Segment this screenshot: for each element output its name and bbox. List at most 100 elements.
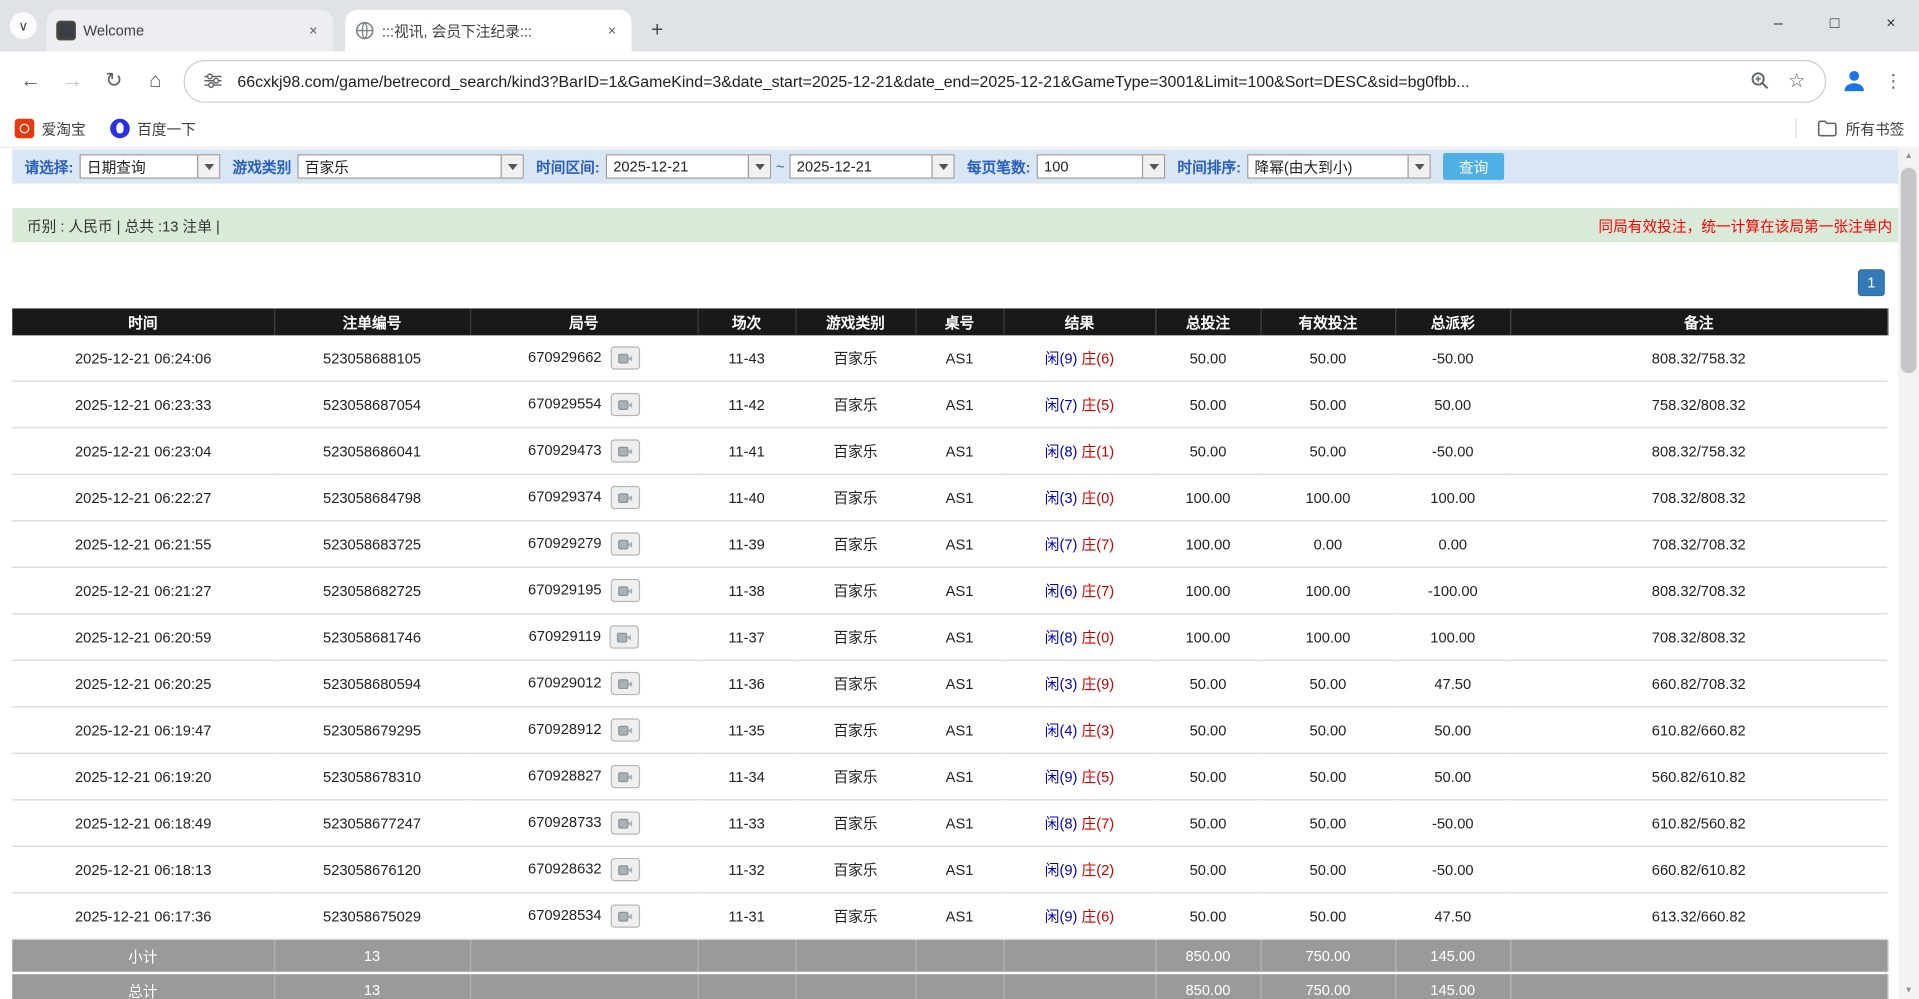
date-start-value: 2025-12-21	[607, 155, 748, 177]
video-replay-icon[interactable]	[610, 393, 639, 416]
new-tab-button[interactable]: +	[641, 15, 673, 47]
cell-result: 闲(7) 庄(7)	[1004, 521, 1156, 568]
home-icon[interactable]: ⌂	[135, 60, 177, 102]
round-id-text: 670929119	[529, 627, 601, 644]
scroll-up-icon[interactable]: ▲	[1898, 147, 1919, 165]
page-scrollbar[interactable]: ▲ ▼	[1898, 147, 1919, 999]
scrollbar-thumb[interactable]	[1901, 168, 1917, 374]
video-replay-icon[interactable]	[610, 765, 639, 788]
cell-bet-id: 523058681746	[274, 614, 470, 661]
tab-welcome[interactable]: Welcome ×	[47, 10, 333, 52]
site-settings-icon[interactable]	[199, 67, 226, 94]
cell-valid-bet: 50.00	[1261, 660, 1396, 707]
bookmark-star-icon[interactable]: ☆	[1783, 67, 1810, 94]
chevron-down-icon[interactable]	[501, 155, 523, 177]
query-type-select[interactable]: 日期查询	[80, 154, 221, 178]
cell-table-no: AS1	[915, 893, 1003, 940]
total-payout: 145.00	[1395, 973, 1510, 999]
video-replay-icon[interactable]	[610, 811, 639, 834]
profile-icon[interactable]	[1838, 65, 1870, 97]
column-header: 桌号	[915, 308, 1003, 335]
subtotal-valid-bet: 750.00	[1261, 939, 1396, 973]
date-start-select[interactable]: 2025-12-21	[606, 154, 771, 178]
round-id-text: 670929279	[528, 534, 602, 551]
sort-select[interactable]: 降幂(由大到小)	[1247, 154, 1431, 178]
cell-note: 660.82/610.82	[1510, 846, 1887, 893]
video-replay-icon[interactable]	[610, 904, 639, 927]
game-type-select[interactable]: 百家乐	[297, 154, 523, 178]
url-text[interactable]: 66cxkj98.com/game/betrecord_search/kind3…	[237, 72, 1746, 90]
page-1-button[interactable]: 1	[1858, 269, 1885, 296]
forward-icon[interactable]: →	[51, 60, 93, 102]
maximize-button[interactable]: □	[1806, 0, 1862, 44]
table-row: 2025-12-21 06:19:20523058678310670928827…	[12, 753, 1887, 800]
zoom-icon[interactable]	[1747, 67, 1774, 94]
chevron-down-icon[interactable]	[1142, 155, 1164, 177]
per-page-select[interactable]: 100	[1037, 154, 1166, 178]
cell-total-bet: 50.00	[1155, 660, 1260, 707]
cell-game-type: 百家乐	[796, 660, 916, 707]
cell-session: 11-40	[698, 474, 796, 521]
cell-bet-id: 523058680594	[274, 660, 470, 707]
table-header-row: 时间注单编号局号场次游戏类别桌号结果总投注有效投注总派彩备注	[12, 308, 1887, 335]
cell-session: 11-36	[698, 660, 796, 707]
search-button[interactable]: 查询	[1443, 153, 1504, 180]
cell-valid-bet: 50.00	[1261, 846, 1396, 893]
cell-session: 11-32	[698, 846, 796, 893]
result-banker: 庄(3)	[1082, 722, 1115, 739]
cell-table-no: AS1	[915, 428, 1003, 475]
cell-note: 758.32/808.32	[1510, 381, 1887, 428]
scroll-down-icon[interactable]: ▼	[1898, 982, 1919, 999]
column-header: 备注	[1510, 308, 1887, 335]
cell-note: 808.32/758.32	[1510, 428, 1887, 475]
result-banker: 庄(6)	[1082, 908, 1115, 925]
date-end-select[interactable]: 2025-12-21	[789, 154, 954, 178]
cell-bet-id: 523058687054	[274, 381, 470, 428]
chevron-down-icon[interactable]	[748, 155, 770, 177]
column-header: 有效投注	[1261, 308, 1396, 335]
tab-search-button[interactable]: ∨	[10, 12, 37, 39]
table-row: 2025-12-21 06:24:06523058688105670929662…	[12, 335, 1887, 381]
video-replay-icon[interactable]	[610, 346, 639, 369]
cell-round-id: 670929119	[470, 614, 698, 661]
chevron-down-icon[interactable]	[197, 155, 219, 177]
video-replay-icon[interactable]	[610, 579, 639, 602]
filter-bar: 请选择: 日期查询 游戏类别 百家乐 时间区间: 2025-12-21 ~ 20…	[12, 149, 1907, 183]
cell-total-bet: 50.00	[1155, 707, 1260, 754]
video-replay-icon[interactable]	[610, 625, 639, 648]
subtotal-label: 小计	[12, 939, 274, 973]
video-replay-icon[interactable]	[610, 439, 639, 462]
bookmark-taobao[interactable]: 爱淘宝	[15, 118, 86, 139]
cell-payout: 50.00	[1395, 753, 1510, 800]
chevron-down-icon[interactable]	[931, 155, 953, 177]
cell-valid-bet: 0.00	[1261, 521, 1396, 568]
video-replay-icon[interactable]	[610, 532, 639, 555]
video-replay-icon[interactable]	[610, 672, 639, 695]
cell-table-no: AS1	[915, 521, 1003, 568]
back-icon[interactable]: ←	[10, 60, 52, 102]
cell-time: 2025-12-21 06:18:49	[12, 800, 274, 847]
cell-total-bet: 50.00	[1155, 381, 1260, 428]
game-type-value: 百家乐	[299, 155, 501, 177]
chevron-down-icon[interactable]	[1408, 155, 1430, 177]
cell-valid-bet: 100.00	[1261, 567, 1396, 614]
video-replay-icon[interactable]	[610, 718, 639, 741]
tab-close-icon[interactable]: ×	[304, 21, 324, 41]
bookmark-baidu[interactable]: 百度一下	[110, 118, 196, 139]
cell-round-id: 670928632	[470, 846, 698, 893]
cell-round-id: 670929195	[470, 567, 698, 614]
tab-close-icon[interactable]: ×	[602, 21, 622, 41]
menu-icon[interactable]: ⋮	[1877, 65, 1909, 97]
video-replay-icon[interactable]	[610, 486, 639, 509]
close-window-button[interactable]: ×	[1863, 0, 1919, 44]
url-bar[interactable]: 66cxkj98.com/game/betrecord_search/kind3…	[184, 59, 1826, 102]
refresh-icon[interactable]: ↻	[93, 60, 135, 102]
tab-betrecord[interactable]: :::视讯, 会员下注纪录::: ×	[345, 10, 631, 52]
minimize-button[interactable]: –	[1750, 0, 1806, 44]
all-bookmarks-button[interactable]: 所有书签	[1795, 118, 1904, 139]
cell-table-no: AS1	[915, 707, 1003, 754]
cell-bet-id: 523058675029	[274, 893, 470, 940]
cell-game-type: 百家乐	[796, 335, 916, 381]
video-replay-icon[interactable]	[610, 858, 639, 881]
cell-note: 708.32/708.32	[1510, 521, 1887, 568]
